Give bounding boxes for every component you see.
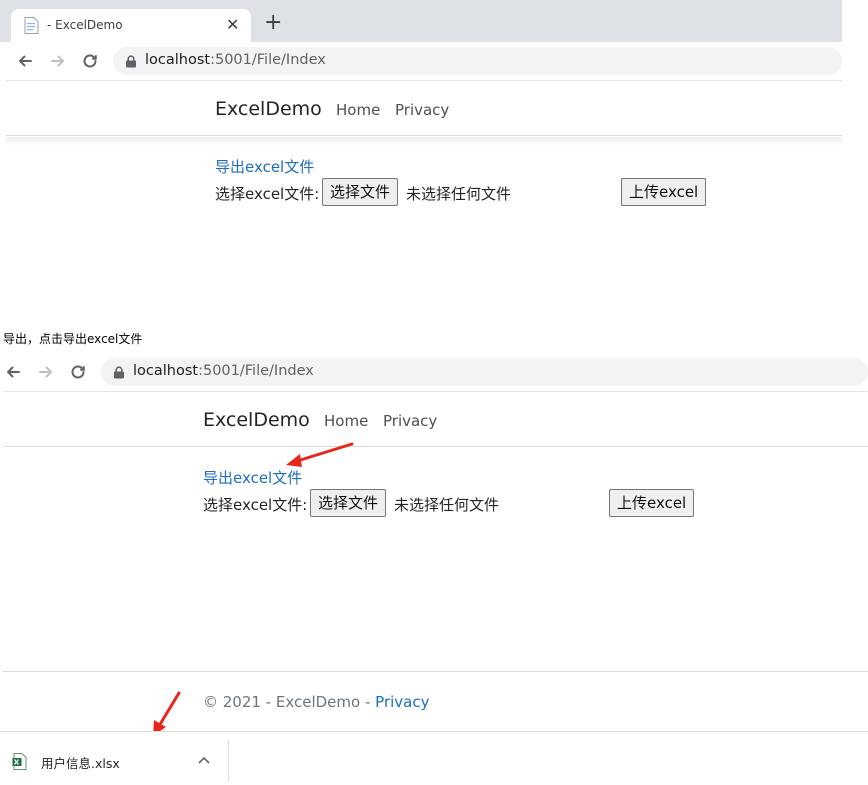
export-excel-link[interactable]: 导出excel文件 [203, 467, 302, 488]
reload-icon[interactable] [69, 363, 87, 381]
caption-text: 导出，点击导出excel文件 [3, 332, 143, 346]
navbar-shadow [6, 137, 842, 147]
upload-excel-button[interactable]: 上传excel [609, 489, 695, 517]
download-separator [228, 740, 229, 782]
forward-arrow-icon[interactable] [37, 363, 55, 381]
close-tab-icon[interactable]: ✕ [226, 15, 239, 35]
nav-link-home[interactable]: Home [324, 412, 368, 430]
nav-link-privacy[interactable]: Privacy [395, 101, 449, 119]
url-text: localhost:5001/File/Index [133, 363, 314, 379]
choose-file-label: 选择excel文件: [203, 496, 308, 514]
url-text: localhost:5001/File/Index [145, 52, 326, 68]
site-footer: © 2021 - ExcelDemo - Privacy [203, 693, 429, 711]
site-navbar: ExcelDemo Home Privacy [6, 80, 842, 136]
browser-toolbar-2: localhost:5001/File/Index [0, 353, 868, 391]
chevron-up-icon[interactable] [198, 756, 210, 764]
lock-icon [114, 366, 124, 379]
back-arrow-icon[interactable] [4, 363, 22, 381]
choose-file-label: 选择excel文件: [215, 185, 320, 203]
file-status-text: 未选择任何文件 [394, 496, 500, 514]
nav-link-privacy[interactable]: Privacy [383, 412, 437, 430]
back-arrow-icon[interactable] [16, 52, 34, 70]
file-status-text: 未选择任何文件 [406, 185, 512, 203]
address-bar[interactable]: localhost:5001/File/Index [101, 358, 868, 386]
nav-link-home[interactable]: Home [336, 101, 380, 119]
browser-tabstrip: - ExcelDemo ✕ + [0, 0, 842, 42]
footer-privacy-link[interactable]: Privacy [375, 693, 429, 711]
browser-toolbar: localhost:5001/File/Index [0, 42, 842, 80]
navbar-brand[interactable]: ExcelDemo [203, 409, 310, 431]
address-bar[interactable]: localhost:5001/File/Index [113, 47, 842, 75]
footer-copyright: © 2021 - ExcelDemo - [203, 693, 376, 711]
export-excel-link[interactable]: 导出excel文件 [215, 156, 314, 177]
upload-excel-button[interactable]: 上传excel [621, 178, 707, 206]
footer-divider [3, 671, 868, 672]
choose-file-button[interactable]: 选择文件 [310, 489, 387, 517]
annotation-arrow-export [286, 442, 354, 467]
choose-file-button[interactable]: 选择文件 [322, 178, 399, 206]
site-navbar-2: ExcelDemo Home Privacy [3, 391, 868, 447]
tab-title: - ExcelDemo [47, 18, 123, 32]
forward-arrow-icon[interactable] [49, 52, 67, 70]
lock-icon [126, 55, 136, 68]
new-tab-button[interactable]: + [264, 12, 282, 34]
excel-file-icon [12, 753, 27, 770]
browser-tab[interactable]: - ExcelDemo ✕ [11, 9, 251, 42]
navbar-brand[interactable]: ExcelDemo [215, 98, 322, 120]
download-file-name: 用户信息.xlsx [41, 756, 120, 771]
page-favicon-icon [24, 17, 39, 34]
reload-icon[interactable] [81, 52, 99, 70]
download-shelf: 用户信息.xlsx [0, 731, 868, 785]
